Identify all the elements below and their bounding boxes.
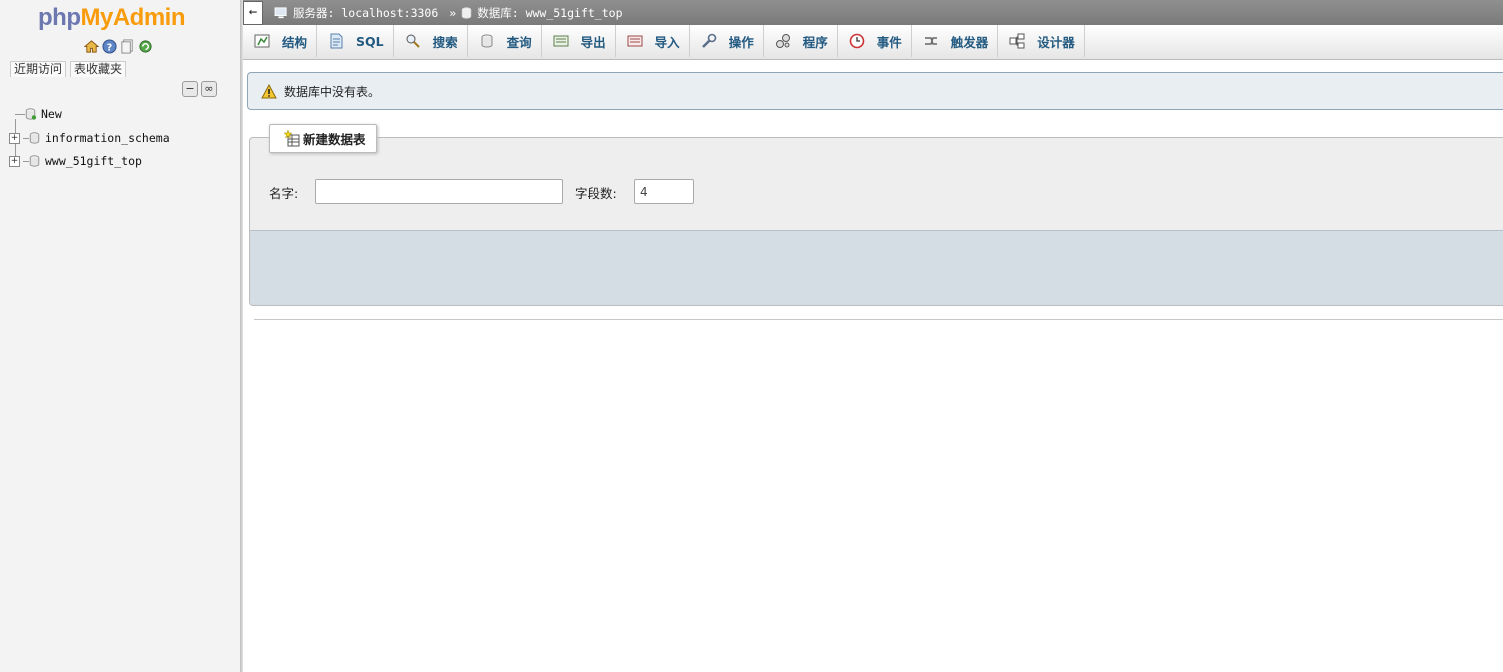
tree-item-www-51gift-top[interactable]: + www_51gift_top [9, 151, 142, 171]
expand-icon[interactable]: + [9, 155, 20, 167]
tab-designer[interactable]: 设计器 [998, 25, 1085, 57]
triggers-icon [924, 37, 937, 45]
tab-search[interactable]: 搜索 [394, 25, 468, 57]
tab-label: 查询 [506, 34, 532, 50]
collapse-nav-button[interactable]: ← [243, 1, 263, 25]
new-table-icon [284, 130, 300, 147]
wrench-icon [701, 33, 716, 48]
tree-item-label: New [41, 107, 62, 121]
docs-icon[interactable] [120, 39, 135, 54]
designer-icon [1009, 33, 1025, 49]
tab-label: 程序 [802, 34, 828, 50]
notice-text: 数据库中没有表。 [284, 84, 381, 99]
tab-label: 事件 [876, 34, 902, 50]
create-table-form [249, 137, 1503, 306]
legend-text: 新建数据表 [303, 132, 366, 147]
tab-export[interactable]: 导出 [542, 25, 616, 57]
search-icon [406, 34, 420, 48]
divider [254, 319, 1503, 320]
column-count-input[interactable] [634, 179, 694, 204]
reload-icon[interactable] [138, 39, 153, 54]
tab-label: 结构 [282, 34, 308, 50]
tree-branch [15, 113, 25, 115]
tab-label: 操作 [728, 34, 754, 50]
logo-php-text: php [38, 4, 81, 31]
svg-text:?: ? [107, 42, 112, 53]
tab-recent[interactable]: 近期访问 [10, 61, 67, 77]
breadcrumb-bar: ← 服务器: localhost:3306 » 数据库: www_51gift_… [243, 0, 1503, 25]
database-icon [29, 132, 40, 144]
tab-routines[interactable]: 程序 [764, 25, 838, 57]
tab-label: 导入 [654, 34, 680, 50]
tab-label: 触发器 [950, 34, 989, 50]
notice-message: 数据库中没有表。 [247, 72, 1503, 110]
create-table-legend: 新建数据表 [269, 124, 377, 153]
tab-query[interactable]: 查询 [468, 25, 542, 57]
nav-tabs: 近期访问 表收藏夹 [10, 61, 127, 77]
export-icon [553, 35, 569, 47]
table-name-input[interactable] [315, 179, 563, 204]
tab-operations[interactable]: 操作 [690, 25, 764, 57]
breadcrumb-separator: » [449, 6, 457, 20]
structure-icon [254, 34, 270, 48]
events-icon [849, 33, 865, 49]
home-icon[interactable] [84, 39, 99, 54]
tab-label: 搜索 [432, 34, 458, 50]
breadcrumb: 服务器: localhost:3306 » 数据库: www_51gift_to… [274, 5, 623, 21]
sql-icon [330, 33, 343, 49]
create-table-footer [250, 230, 1503, 305]
server-icon [274, 7, 287, 19]
link-with-main-button[interactable]: ∞ [201, 81, 217, 97]
breadcrumb-server[interactable]: 服务器: localhost:3306 [293, 5, 438, 21]
tree-item-new[interactable]: New [15, 104, 62, 124]
tab-favorites[interactable]: 表收藏夹 [70, 61, 127, 77]
phpmyadmin-logo[interactable]: phpMyAdmin [38, 4, 185, 32]
nav-icon-bar: ? [84, 39, 153, 54]
tree-item-label: www_51gift_top [45, 154, 142, 168]
database-menu: 结构 SQL 搜索 查询 导出 导入 操作 程序 事件 触发器 设计器 [243, 25, 1503, 60]
navigation-panel: phpMyAdmin ? 近期访问 表收藏夹 − ∞ New + informa… [0, 0, 240, 672]
import-icon [627, 35, 643, 47]
column-count-label: 字段数: [575, 186, 617, 201]
query-icon [481, 34, 493, 48]
tab-structure[interactable]: 结构 [243, 25, 318, 57]
tree-item-label: information_schema [45, 131, 170, 145]
logo-myadmin-text: MyAdmin [80, 4, 185, 31]
nav-tree-controls: − ∞ [182, 81, 217, 97]
tab-import[interactable]: 导入 [616, 25, 690, 57]
tree-item-information-schema[interactable]: + information_schema [9, 128, 170, 148]
database-icon [29, 155, 40, 167]
tab-triggers[interactable]: 触发器 [912, 25, 999, 57]
warning-icon [261, 83, 277, 98]
tab-events[interactable]: 事件 [838, 25, 912, 57]
tab-label: SQL [356, 33, 384, 49]
routines-icon [775, 34, 790, 48]
tab-label: 设计器 [1037, 34, 1075, 50]
table-name-label: 名字: [269, 186, 299, 201]
nav-resize-handle[interactable] [240, 0, 243, 672]
new-database-icon [25, 108, 36, 120]
help-icon[interactable]: ? [102, 39, 117, 54]
tab-sql[interactable]: SQL [317, 25, 394, 57]
breadcrumb-database[interactable]: 数据库: www_51gift_top [477, 5, 622, 21]
collapse-all-button[interactable]: − [182, 81, 198, 97]
tab-label: 导出 [580, 34, 606, 50]
database-icon [462, 7, 472, 19]
expand-icon[interactable]: + [9, 132, 20, 144]
